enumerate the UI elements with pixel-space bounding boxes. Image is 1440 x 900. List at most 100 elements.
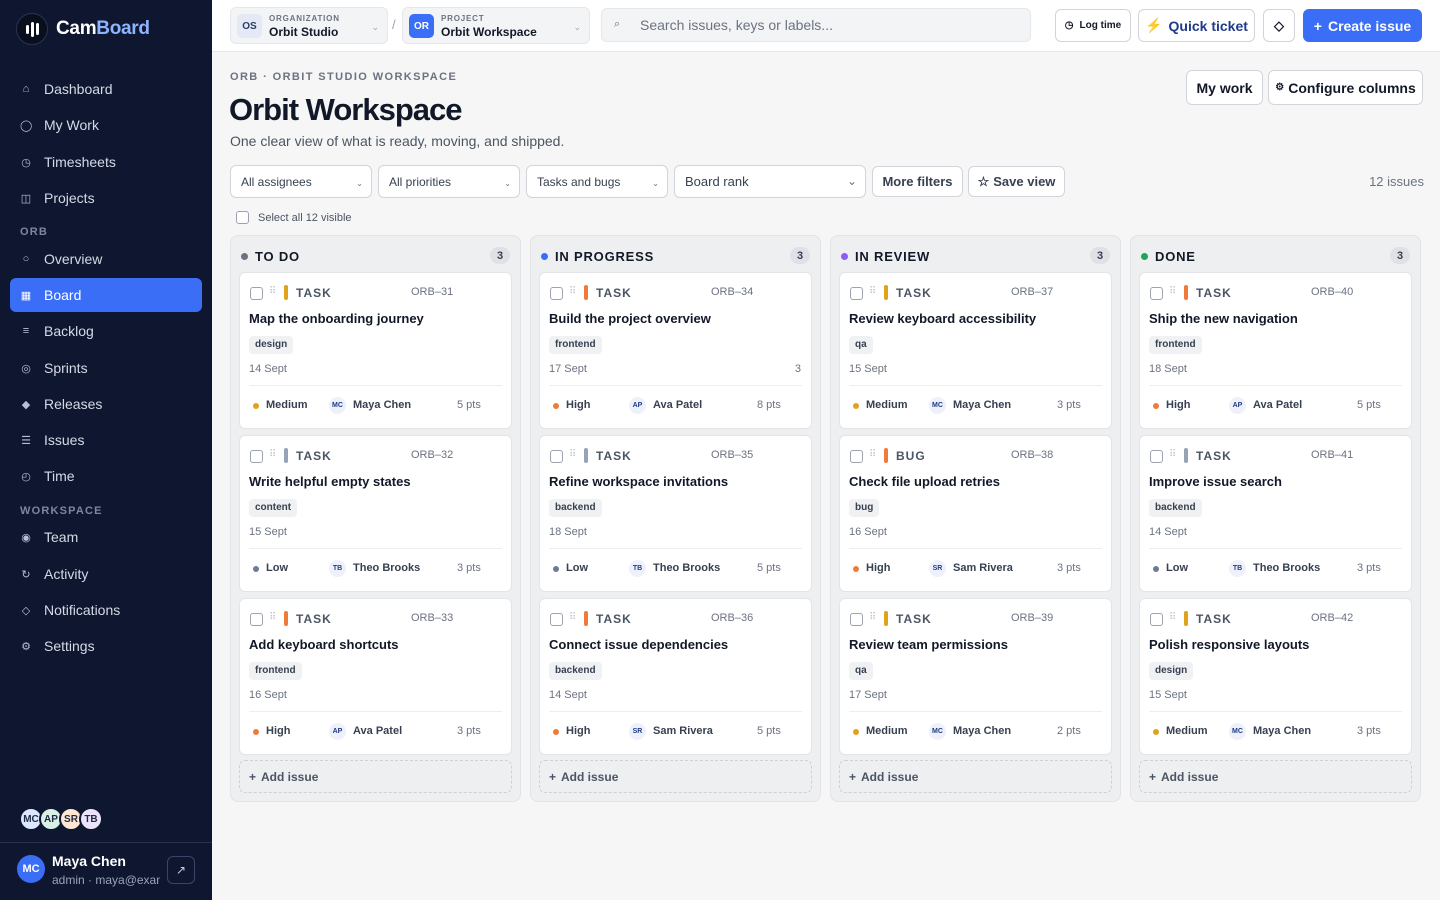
search-input[interactable] [640,9,1020,41]
issue-key[interactable]: ORB–34 [711,286,753,298]
issue-key[interactable]: ORB–33 [411,612,453,624]
sidebar-item-timesheets[interactable]: ◷ Timesheets [10,145,202,179]
drag-handle-icon[interactable]: ⠿ [1169,286,1176,297]
select-all-checkbox[interactable] [236,211,249,224]
issue-checkbox[interactable] [550,613,563,626]
brand[interactable]: CamBoard [16,12,150,46]
drag-handle-icon[interactable]: ⠿ [869,449,876,460]
notifications-button[interactable]: ◇ [1263,9,1295,42]
issue-title[interactable]: Connect issue dependencies [549,637,728,652]
issue-key[interactable]: ORB–36 [711,612,753,624]
sidebar-item-dashboard[interactable]: ⌂ Dashboard [10,72,202,106]
drag-handle-icon[interactable]: ⠿ [269,612,276,623]
select-all[interactable]: Select all 12 visible [236,211,352,224]
issue-checkbox[interactable] [850,450,863,463]
issue-title[interactable]: Review team permissions [849,637,1008,652]
user-menu-button[interactable]: ↗ [167,856,195,884]
save-view-button[interactable]: ☆ Save view [968,166,1065,197]
issue-card[interactable]: ⠿ BUG ORB–38 Check file upload retries bu… [839,435,1112,592]
sidebar-item-board[interactable]: ▦ Board [10,278,202,312]
more-filters-button[interactable]: More filters [872,166,963,197]
issue-checkbox[interactable] [850,613,863,626]
priority-filter[interactable]: All priorities ⌄ [378,165,520,198]
sidebar-item-sprints[interactable]: ◎ Sprints [10,351,202,385]
issue-title[interactable]: Ship the new navigation [1149,311,1298,326]
issue-title[interactable]: Check file upload retries [849,474,1000,489]
issue-title[interactable]: Improve issue search [1149,474,1282,489]
issue-checkbox[interactable] [250,450,263,463]
issue-title[interactable]: Build the project overview [549,311,711,326]
issue-key[interactable]: ORB–41 [1311,449,1353,461]
organization-switcher[interactable]: OS ORGANIZATION Orbit Studio ⌄ [230,7,388,44]
drag-handle-icon[interactable]: ⠿ [1169,612,1176,623]
assignee-filter[interactable]: All assignees ⌄ [230,165,372,198]
add-issue-button[interactable]: + Add issue [1139,760,1412,793]
issue-card[interactable]: ⠿ TASK ORB–31 Map the onboarding journey … [239,272,512,429]
sidebar-item-notifications[interactable]: ◇ Notifications [10,593,202,627]
issue-card[interactable]: ⠿ TASK ORB–34 Build the project overview … [539,272,812,429]
issue-key[interactable]: ORB–40 [1311,286,1353,298]
avatar[interactable]: TB [79,807,103,831]
issue-checkbox[interactable] [250,613,263,626]
sidebar-item-releases[interactable]: ◆ Releases [10,387,202,421]
issue-card[interactable]: ⠿ TASK ORB–35 Refine workspace invitation… [539,435,812,592]
issue-card[interactable]: ⠿ TASK ORB–33 Add keyboard shortcuts fron… [239,598,512,755]
issue-card[interactable]: ⠿ TASK ORB–39 Review team permissions qa … [839,598,1112,755]
add-issue-button[interactable]: + Add issue [539,760,812,793]
drag-handle-icon[interactable]: ⠿ [569,286,576,297]
issue-title[interactable]: Refine workspace invitations [549,474,728,489]
drag-handle-icon[interactable]: ⠿ [869,612,876,623]
sidebar-item-projects[interactable]: ◫ Projects [10,181,202,215]
issue-checkbox[interactable] [550,287,563,300]
my-work-button[interactable]: My work [1186,70,1263,105]
drag-handle-icon[interactable]: ⠿ [269,286,276,297]
issue-card[interactable]: ⠿ TASK ORB–40 Ship the new navigation fro… [1139,272,1412,429]
issue-key[interactable]: ORB–32 [411,449,453,461]
issue-title[interactable]: Review keyboard accessibility [849,311,1036,326]
issue-title[interactable]: Add keyboard shortcuts [249,637,399,652]
issue-card[interactable]: ⠿ TASK ORB–37 Review keyboard accessibili… [839,272,1112,429]
drag-handle-icon[interactable]: ⠿ [1169,449,1176,460]
issue-key[interactable]: ORB–35 [711,449,753,461]
drag-handle-icon[interactable]: ⠿ [569,449,576,460]
drag-handle-icon[interactable]: ⠿ [269,449,276,460]
issue-title[interactable]: Map the onboarding journey [249,311,424,326]
issue-checkbox[interactable] [850,287,863,300]
issue-checkbox[interactable] [1150,613,1163,626]
quick-ticket-button[interactable]: ⚡ Quick ticket [1138,9,1255,42]
sidebar-item-team[interactable]: ◉ Team [10,520,202,554]
issue-checkbox[interactable] [550,450,563,463]
sidebar-item-settings[interactable]: ⚙ Settings [10,629,202,663]
issue-checkbox[interactable] [1150,287,1163,300]
project-switcher[interactable]: OR PROJECT Orbit Workspace ⌄ [402,7,590,44]
issue-checkbox[interactable] [1150,450,1163,463]
add-issue-button[interactable]: + Add issue [239,760,512,793]
issue-key[interactable]: ORB–31 [411,286,453,298]
issue-title[interactable]: Polish responsive layouts [1149,637,1309,652]
drag-handle-icon[interactable]: ⠿ [869,286,876,297]
sort-select[interactable]: Board rank ⌄ [674,165,866,198]
sidebar-item-backlog[interactable]: ≡ Backlog [10,314,202,348]
issue-checkbox[interactable] [250,287,263,300]
log-time-button[interactable]: ◷ Log time [1055,9,1131,42]
sidebar-item-time[interactable]: ◴ Time [10,459,202,493]
create-issue-button[interactable]: + Create issue [1303,9,1422,42]
sidebar-item-issues[interactable]: ☰ Issues [10,423,202,457]
sidebar-item-my-work[interactable]: ◯ My Work [10,108,202,142]
issue-card[interactable]: ⠿ TASK ORB–42 Polish responsive layouts d… [1139,598,1412,755]
issue-title[interactable]: Write helpful empty states [249,474,411,489]
issue-card[interactable]: ⠿ TASK ORB–36 Connect issue dependencies … [539,598,812,755]
issue-key[interactable]: ORB–39 [1011,612,1053,624]
user-avatar[interactable]: MC [17,855,45,883]
drag-handle-icon[interactable]: ⠿ [569,612,576,623]
configure-columns-button[interactable]: ⚙ Configure columns [1268,70,1423,105]
issue-key[interactable]: ORB–42 [1311,612,1353,624]
add-issue-button[interactable]: + Add issue [839,760,1112,793]
issue-key[interactable]: ORB–38 [1011,449,1053,461]
sidebar-item-activity[interactable]: ↻ Activity [10,557,202,591]
issue-card[interactable]: ⠿ TASK ORB–32 Write helpful empty states … [239,435,512,592]
issue-key[interactable]: ORB–37 [1011,286,1053,298]
issue-card[interactable]: ⠿ TASK ORB–41 Improve issue search backen… [1139,435,1412,592]
type-filter[interactable]: Tasks and bugs ⌄ [526,165,668,198]
sidebar-item-overview[interactable]: ○ Overview [10,242,202,276]
